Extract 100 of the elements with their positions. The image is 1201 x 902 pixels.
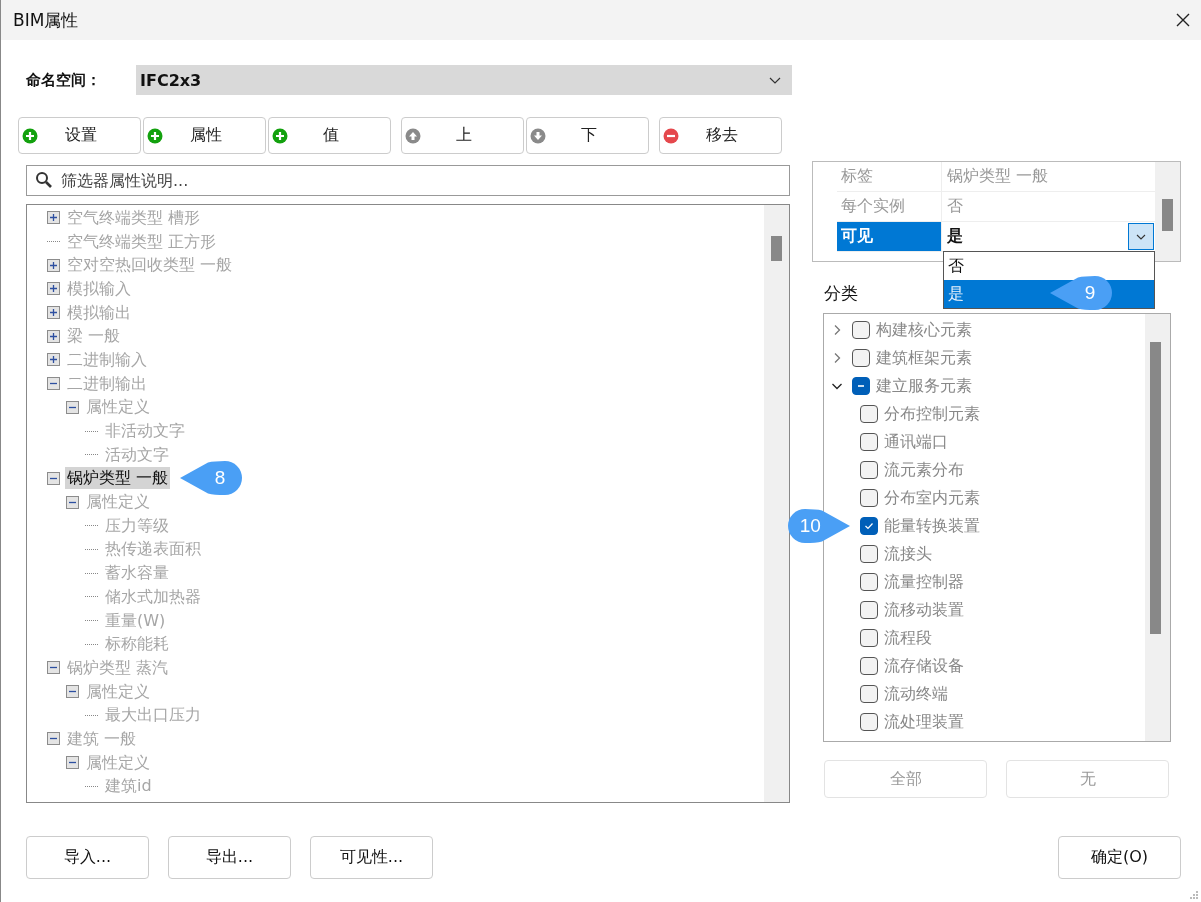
- toolbar-button[interactable]: 值: [268, 117, 391, 154]
- plus-icon: [147, 127, 163, 144]
- tree-item[interactable]: 建筑 一般: [65, 727, 139, 750]
- checkbox[interactable]: [860, 405, 879, 423]
- ok-button[interactable]: 确定(O): [1058, 836, 1181, 879]
- footer-button[interactable]: 导入...: [26, 836, 149, 879]
- toolbar-button[interactable]: 设置: [18, 117, 141, 154]
- category-label: 建立服务元素: [876, 375, 973, 397]
- scrollbar[interactable]: [1145, 314, 1170, 741]
- plus-icon: [22, 127, 38, 144]
- property-value: 锅炉类型 一般: [947, 166, 1050, 187]
- collapse-icon[interactable]: [66, 400, 79, 414]
- close-icon[interactable]: [1175, 12, 1191, 28]
- tree-item[interactable]: 储水式加热器: [103, 585, 203, 608]
- checkbox[interactable]: [860, 573, 879, 591]
- collapse-icon[interactable]: [66, 495, 79, 509]
- tree-item[interactable]: 二进制输出: [65, 372, 149, 395]
- property-name[interactable]: 可见: [837, 222, 943, 251]
- toolbar-button[interactable]: 下: [526, 117, 649, 154]
- collapse-icon[interactable]: [47, 471, 60, 485]
- tree-item[interactable]: 标称能耗: [103, 633, 171, 656]
- tree-item[interactable]: 锅炉类型 蒸汽: [65, 656, 171, 679]
- category-label: 流存储设备: [884, 655, 965, 677]
- checkbox[interactable]: [852, 349, 871, 367]
- category-label: 通讯端口: [884, 431, 949, 453]
- chevron-down-icon: [1135, 232, 1147, 241]
- tree-item[interactable]: 空对空热回收类型 一般: [65, 254, 235, 277]
- tree-item[interactable]: 重量(W): [103, 609, 168, 632]
- window-title: BIM属性: [13, 8, 79, 32]
- checkbox[interactable]: [860, 489, 879, 507]
- toolbar-button[interactable]: 移去: [659, 117, 782, 154]
- tree-item[interactable]: 二进制输入: [65, 348, 149, 371]
- tree-item[interactable]: 空气终端类型 槽形: [65, 206, 203, 229]
- namespace-label: 命名空间：: [25, 70, 102, 90]
- tree-item[interactable]: 热传递表面积: [103, 538, 203, 561]
- tree-item[interactable]: 活动文字: [103, 443, 171, 466]
- checkbox[interactable]: [860, 713, 879, 731]
- category-label: 能量转换装置: [884, 515, 981, 537]
- collapse-icon[interactable]: [66, 756, 79, 770]
- tree-item[interactable]: 属性定义: [84, 491, 152, 514]
- checkbox[interactable]: [852, 377, 871, 395]
- collapse-icon[interactable]: [66, 685, 79, 699]
- tree-item[interactable]: 模拟输出: [65, 301, 133, 324]
- category-label: 流动终端: [884, 683, 949, 705]
- dropdown-option[interactable]: 否: [944, 252, 1154, 280]
- property-name[interactable]: 标签: [837, 162, 943, 191]
- tree-item[interactable]: 属性定义: [84, 396, 152, 419]
- property-name[interactable]: 每个实例: [837, 192, 943, 221]
- tree-item[interactable]: 建筑id: [103, 775, 154, 798]
- checkbox[interactable]: [860, 545, 879, 563]
- category-label: 流程段: [884, 627, 933, 649]
- tree-item[interactable]: 梁 一般: [65, 325, 123, 348]
- scrollbar[interactable]: [1155, 162, 1180, 261]
- toolbar-button[interactable]: 属性: [143, 117, 266, 154]
- tree-item[interactable]: 最大出口压力: [103, 704, 203, 727]
- tree-item[interactable]: 属性定义: [84, 751, 152, 774]
- expand-icon[interactable]: [47, 306, 60, 320]
- search-field[interactable]: 筛选器属性说明...: [26, 165, 791, 196]
- footer-button[interactable]: 可见性...: [310, 836, 433, 879]
- checkmark-icon: [863, 520, 876, 532]
- checkbox[interactable]: [860, 685, 879, 703]
- dropdown-button[interactable]: [1128, 223, 1154, 250]
- footer-button[interactable]: 导出...: [168, 836, 291, 879]
- checkbox[interactable]: [860, 461, 879, 479]
- resize-grip-icon[interactable]: [1189, 890, 1199, 900]
- tree-item[interactable]: 空气终端类型 正方形: [65, 230, 219, 253]
- tree-item[interactable]: 蓄水容量: [103, 562, 171, 585]
- category-label: 流移动装置: [884, 599, 965, 621]
- expand-icon[interactable]: [47, 211, 60, 225]
- scrollbar[interactable]: [764, 205, 790, 802]
- tree-item[interactable]: 非活动文字: [103, 420, 187, 443]
- category-label: 构建核心元素: [876, 319, 973, 341]
- tree-item[interactable]: 属性定义: [84, 680, 152, 703]
- collapse-icon[interactable]: [47, 377, 60, 391]
- collapse-icon[interactable]: [47, 732, 60, 746]
- tree-item[interactable]: 压力等级: [103, 514, 171, 537]
- classification-label: 分类: [824, 282, 859, 305]
- collapse-icon[interactable]: [47, 661, 60, 675]
- category-label: 分布控制元素: [884, 403, 981, 425]
- category-label: 流处理装置: [884, 711, 965, 733]
- category-label: 建筑框架元素: [876, 347, 973, 369]
- expand-icon[interactable]: [47, 353, 60, 367]
- tree-item[interactable]: 锅炉类型 一般: [65, 467, 171, 490]
- category-label: 流接头: [884, 543, 933, 565]
- tree-item[interactable]: 模拟输入: [65, 277, 133, 300]
- category-label: 分布室内元素: [884, 487, 981, 509]
- checkbox[interactable]: [860, 601, 879, 619]
- namespace-dropdown[interactable]: IFC2x3: [136, 65, 792, 95]
- expand-icon[interactable]: [47, 282, 60, 296]
- checkbox[interactable]: [852, 321, 871, 339]
- checkbox[interactable]: [860, 433, 879, 451]
- expand-icon[interactable]: [47, 329, 60, 343]
- property-value: 否: [947, 196, 965, 217]
- checkbox[interactable]: [860, 657, 879, 675]
- checkbox[interactable]: [860, 629, 879, 647]
- expand-icon[interactable]: [47, 258, 60, 272]
- checkbox[interactable]: [860, 517, 879, 535]
- toolbar-button[interactable]: 上: [401, 117, 524, 154]
- chevron-down-icon: [768, 75, 782, 85]
- property-value: 是: [947, 226, 965, 247]
